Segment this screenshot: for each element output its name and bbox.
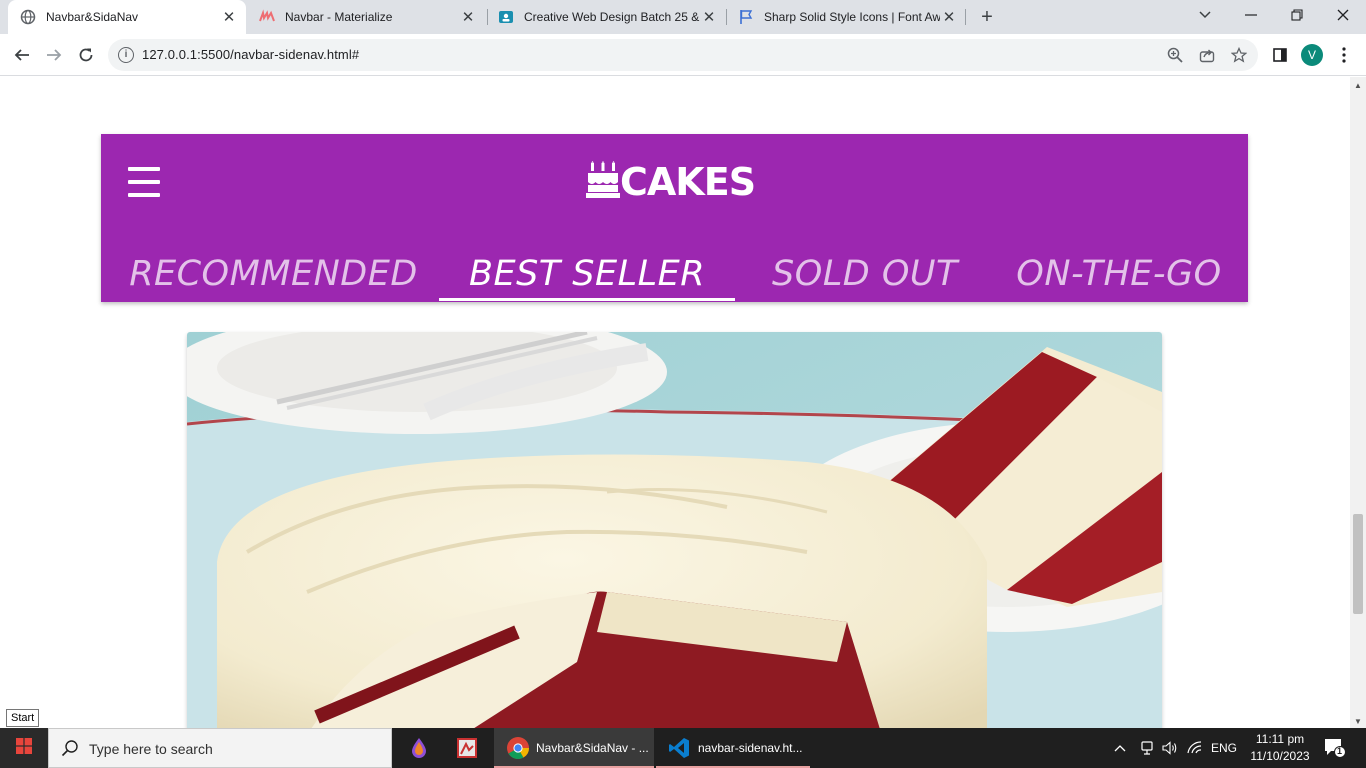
- search-icon: [61, 739, 79, 762]
- active-tab-indicator: [439, 298, 735, 301]
- show-hidden-icons-chevron-icon[interactable]: [1114, 728, 1126, 768]
- pdf-app-icon[interactable]: [456, 728, 478, 768]
- tab-separator: [965, 9, 966, 25]
- scroll-up-arrow-icon[interactable]: ▲: [1354, 81, 1362, 90]
- menu-kebab-icon[interactable]: [1331, 42, 1357, 68]
- classroom-icon: [498, 9, 514, 25]
- tab-label: RECOMMENDED: [129, 254, 418, 294]
- windows-logo-icon: [16, 737, 32, 759]
- close-tab-icon[interactable]: ✕: [700, 8, 718, 26]
- reload-button[interactable]: [73, 42, 99, 68]
- browser-tab-creative-web-design[interactable]: Creative Web Design Batch 25 & ✕: [486, 0, 726, 34]
- scroll-thumb[interactable]: [1353, 514, 1363, 614]
- tab-recommended[interactable]: RECOMMENDED: [129, 246, 418, 302]
- browser-tab-font-awesome[interactable]: Sharp Solid Style Icons | Font Aw ✕: [726, 0, 966, 34]
- url-text: 127.0.0.1:5500/navbar-sidenav.html#: [142, 47, 360, 62]
- search-placeholder: Type here to search: [89, 741, 213, 757]
- cake-image: [187, 332, 1162, 728]
- site-info-icon[interactable]: i: [118, 47, 134, 63]
- windows-taskbar: Type here to search Navbar&SidaNav - ...…: [0, 728, 1366, 768]
- clock-time: 11:11 pm: [1255, 732, 1305, 746]
- taskbar-search[interactable]: Type here to search: [48, 728, 392, 768]
- page-scrollbar[interactable]: ▲ ▼: [1350, 77, 1366, 728]
- browser-tab-strip: Navbar&SidaNav ✕ Navbar - Materialize ✕ …: [0, 0, 1366, 34]
- side-panel-icon[interactable]: [1267, 42, 1293, 68]
- close-window-button[interactable]: [1320, 0, 1366, 30]
- address-bar[interactable]: i 127.0.0.1:5500/navbar-sidenav.html#: [108, 39, 1258, 71]
- brand-name: CAKES: [620, 160, 756, 204]
- clock-date: 11/10/2023: [1250, 749, 1310, 763]
- taskbar-app-label: Navbar&SidaNav - ...: [536, 741, 649, 755]
- paint-app-icon[interactable]: [407, 728, 431, 768]
- wifi-icon[interactable]: [1187, 728, 1203, 768]
- forward-button[interactable]: [41, 42, 67, 68]
- page-viewport: CAKES RECOMMENDED BEST SELLER SOLD OUT O…: [0, 77, 1350, 728]
- browser-tab-navbar-sidanav[interactable]: Navbar&SidaNav ✕: [8, 0, 246, 34]
- start-button[interactable]: [0, 728, 48, 768]
- close-tab-icon[interactable]: ✕: [940, 8, 958, 26]
- zoom-icon[interactable]: [1166, 46, 1184, 64]
- profile-avatar[interactable]: V: [1301, 44, 1323, 66]
- bookmark-star-icon[interactable]: [1230, 46, 1248, 64]
- tab-on-the-go[interactable]: ON-THE-GO: [1011, 246, 1227, 302]
- cakes-navbar: CAKES RECOMMENDED BEST SELLER SOLD OUT O…: [101, 134, 1248, 302]
- tab-label: ON-THE-GO: [1016, 254, 1222, 294]
- taskbar-app-chrome[interactable]: Navbar&SidaNav - ...: [494, 728, 654, 768]
- category-tabs: RECOMMENDED BEST SELLER SOLD OUT ON-THE-…: [101, 246, 1248, 302]
- new-tab-button[interactable]: +: [976, 6, 998, 29]
- back-button[interactable]: [9, 42, 35, 68]
- tab-label: SOLD OUT: [772, 254, 958, 294]
- chrome-icon: [506, 736, 530, 760]
- brand-logo[interactable]: CAKES: [586, 160, 756, 204]
- taskbar-app-label: navbar-sidenav.ht...: [698, 741, 803, 755]
- browser-tab-materialize[interactable]: Navbar - Materialize ✕: [247, 0, 485, 34]
- close-tab-icon[interactable]: ✕: [220, 8, 238, 26]
- tab-title: Navbar - Materialize: [285, 10, 393, 24]
- tab-title: Sharp Solid Style Icons | Font Aw: [764, 10, 940, 24]
- tab-sold-out[interactable]: SOLD OUT: [761, 246, 969, 302]
- tab-title: Navbar&SidaNav: [46, 10, 139, 24]
- system-clock[interactable]: 11:11 pm 11/10/2023: [1242, 731, 1318, 765]
- tab-label: BEST SELLER: [468, 254, 706, 294]
- notification-count: 1: [1337, 746, 1343, 756]
- tab-best-seller[interactable]: BEST SELLER: [439, 246, 735, 302]
- tab-search-chevron-icon[interactable]: [1182, 0, 1228, 30]
- network-device-icon[interactable]: [1140, 728, 1154, 768]
- materialize-logo-icon: [259, 9, 275, 25]
- red-velvet-cake-illustration: [187, 332, 1162, 728]
- notification-center-icon[interactable]: 1: [1324, 728, 1346, 768]
- taskbar-app-vscode[interactable]: navbar-sidenav.ht...: [656, 728, 810, 768]
- close-tab-icon[interactable]: ✕: [459, 8, 477, 26]
- restore-button[interactable]: [1274, 0, 1320, 30]
- language-indicator[interactable]: ENG: [1211, 728, 1237, 768]
- flag-icon: [738, 9, 754, 25]
- hamburger-menu-icon[interactable]: [128, 167, 160, 197]
- minimize-button[interactable]: [1228, 0, 1274, 30]
- share-icon[interactable]: [1198, 46, 1216, 64]
- vscode-icon: [668, 737, 690, 759]
- scroll-down-arrow-icon[interactable]: ▼: [1354, 717, 1362, 726]
- volume-icon[interactable]: [1162, 728, 1178, 768]
- globe-icon: [20, 9, 36, 25]
- browser-toolbar: i 127.0.0.1:5500/navbar-sidenav.html# V: [0, 34, 1366, 76]
- start-tooltip: Start: [6, 709, 40, 727]
- birthday-cake-icon: [586, 160, 620, 204]
- tab-title: Creative Web Design Batch 25 &: [524, 10, 700, 24]
